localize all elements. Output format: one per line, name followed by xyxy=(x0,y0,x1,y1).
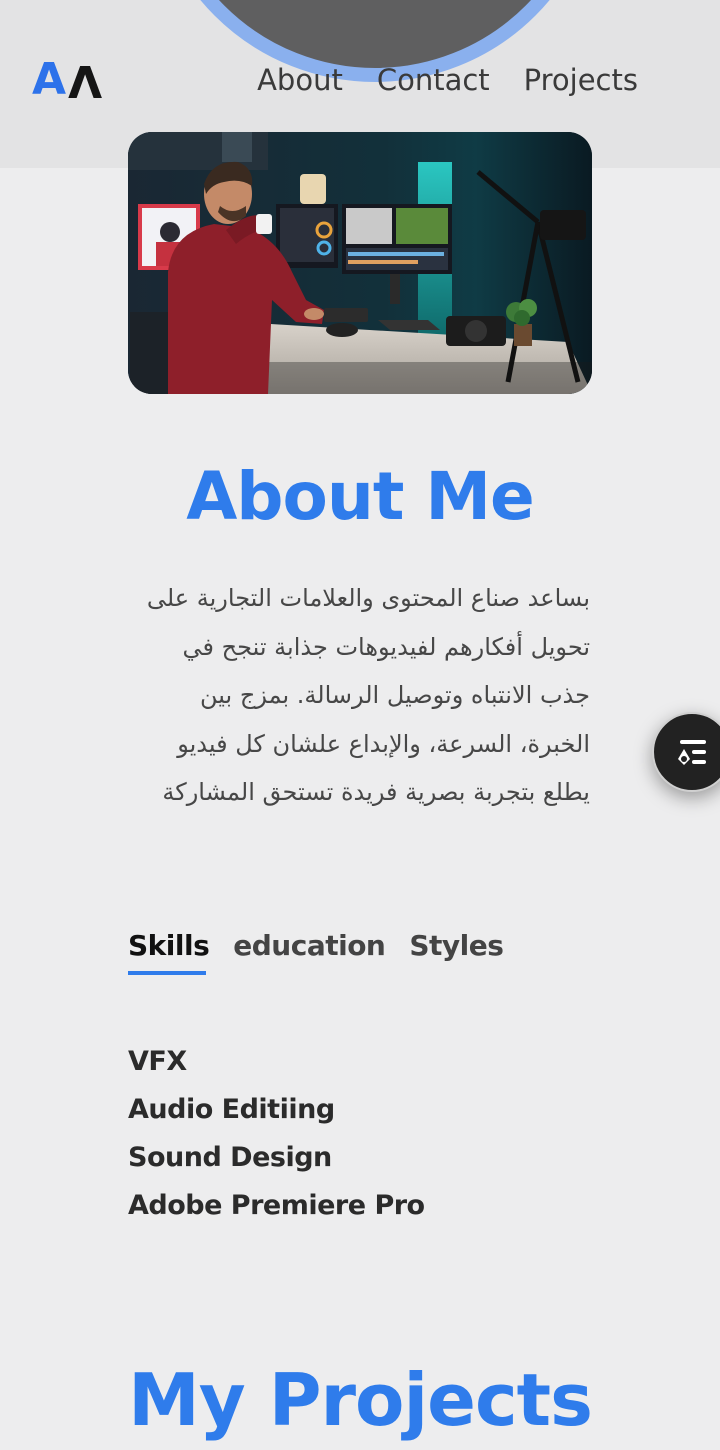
logo-letter-inverted: V xyxy=(67,55,103,106)
menu-toggle-button[interactable] xyxy=(652,712,720,792)
list-item: Adobe Premiere Pro xyxy=(128,1190,425,1221)
logo[interactable]: AV xyxy=(32,52,102,108)
tab-skills[interactable]: Skills xyxy=(128,922,210,975)
nav-link-projects[interactable]: Projects xyxy=(524,58,638,102)
list-item: VFX xyxy=(128,1046,187,1077)
hero-image xyxy=(128,132,592,394)
list-item: Audio Editiing xyxy=(128,1094,335,1125)
skills-list: VFX Audio Editiing Sound Design Adobe Pr… xyxy=(128,1038,425,1230)
projects-title: My Projects xyxy=(128,1358,593,1442)
nav-link-about[interactable]: About xyxy=(257,58,343,102)
menu-toggle-icon xyxy=(678,740,706,765)
list-item: Sound Design xyxy=(128,1142,332,1173)
about-description: بساعد صناع المحتوى والعلامات التجارية عل… xyxy=(146,584,590,806)
about-tabs: Skills education Styles xyxy=(128,922,504,975)
logo-letter-a: A xyxy=(32,54,68,105)
about-title: About Me xyxy=(186,458,535,535)
tab-styles[interactable]: Styles xyxy=(409,922,504,970)
video-editor-at-desk-photo xyxy=(128,132,592,394)
nav-link-contact[interactable]: Contact xyxy=(377,58,490,102)
main-nav: About Contact Projects xyxy=(257,58,638,102)
tab-education[interactable]: education xyxy=(233,922,386,970)
